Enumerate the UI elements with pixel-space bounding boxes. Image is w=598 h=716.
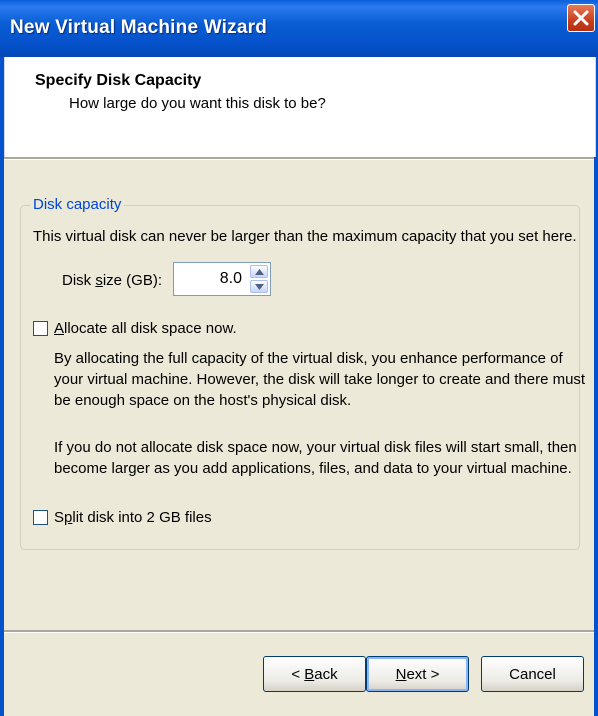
noalloc-desc-line-2: become larger as you add applications, f… (54, 460, 572, 477)
split-checkbox[interactable] (33, 510, 48, 525)
allocate-checkbox[interactable] (33, 321, 48, 336)
footer-divider (4, 630, 594, 633)
disk-size-label: Disk size (GB): (62, 272, 163, 289)
page-title: Specify Disk Capacity (35, 72, 202, 89)
spin-buttons (250, 265, 268, 293)
noalloc-desc-line-1: If you do not allocate disk space now, y… (54, 439, 577, 456)
page-subtitle: How large do you want this disk to be? (69, 95, 326, 112)
allocate-desc-line-2: your virtual machine. However, the disk … (54, 371, 586, 388)
window-title: New Virtual Machine Wizard (10, 17, 268, 38)
allocate-label[interactable]: Allocate all disk space now. (54, 320, 237, 337)
header-divider (4, 157, 594, 160)
disk-size-value[interactable]: 8.0 (220, 270, 242, 288)
next-button[interactable]: Next > (366, 656, 469, 692)
close-button[interactable] (567, 4, 595, 32)
title-bar: New Virtual Machine Wizard (0, 0, 598, 57)
increment-button[interactable] (250, 265, 268, 278)
back-button[interactable]: < Back (263, 656, 366, 692)
arrow-up-icon (255, 269, 264, 275)
split-label[interactable]: Split disk into 2 GB files (54, 509, 212, 526)
cancel-button[interactable]: Cancel (481, 656, 584, 692)
group-label: Disk capacity (30, 196, 125, 213)
wizard-header: Specify Disk Capacity How large do you w… (4, 57, 596, 157)
arrow-down-icon (255, 284, 264, 290)
decrement-button[interactable] (250, 280, 268, 293)
close-icon (573, 10, 589, 26)
disk-size-stepper[interactable]: 8.0 (173, 262, 271, 296)
allocate-desc-line-3: be enough space on the host's physical d… (54, 392, 352, 409)
capacity-description: This virtual disk can never be larger th… (33, 228, 577, 245)
allocate-desc-line-1: By allocating the full capacity of the v… (54, 350, 563, 367)
